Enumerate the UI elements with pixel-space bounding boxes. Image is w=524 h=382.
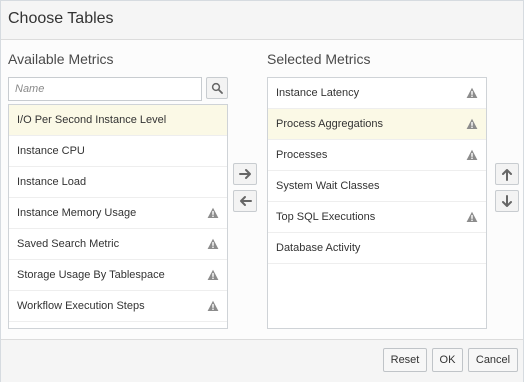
reset-button[interactable]: Reset bbox=[383, 348, 427, 372]
arrow-down-icon bbox=[502, 194, 512, 207]
warning-triangle-icon bbox=[466, 211, 478, 222]
move-left-button[interactable] bbox=[233, 190, 257, 212]
selected-metric-list-item[interactable]: System Wait Classes bbox=[268, 171, 486, 202]
move-right-button[interactable] bbox=[233, 163, 257, 185]
warning-triangle-icon bbox=[207, 238, 219, 249]
arrow-up-icon bbox=[502, 168, 512, 181]
ok-button[interactable]: OK bbox=[432, 348, 463, 372]
list-item-label: Workflow Execution Steps bbox=[17, 300, 145, 312]
available-metric-list-item[interactable]: Instance Memory Usage bbox=[9, 198, 227, 229]
warning-triangle-icon bbox=[466, 118, 478, 129]
search-input[interactable] bbox=[8, 77, 202, 101]
list-item-label: System Wait Classes bbox=[276, 180, 380, 192]
warning-triangle-icon bbox=[207, 207, 219, 218]
warning-triangle-icon bbox=[207, 300, 219, 311]
cancel-button[interactable]: Cancel bbox=[468, 348, 518, 372]
warning-triangle-icon bbox=[466, 87, 478, 98]
list-item-label: Database Activity bbox=[276, 242, 361, 254]
move-up-button[interactable] bbox=[495, 163, 519, 185]
list-item-label: Instance Latency bbox=[276, 87, 360, 99]
list-item-label: Top SQL Executions bbox=[276, 211, 376, 223]
selected-metric-list-item[interactable]: Top SQL Executions bbox=[268, 202, 486, 233]
available-metrics-label: Available Metrics bbox=[8, 51, 114, 67]
warning-triangle-icon bbox=[466, 149, 478, 160]
list-item-label: Processes bbox=[276, 149, 328, 161]
available-metric-list-item[interactable]: Instance CPU bbox=[9, 136, 227, 167]
selected-metric-list-item[interactable]: Instance Latency bbox=[268, 78, 486, 109]
selected-metric-list-item[interactable]: Process Aggregations bbox=[268, 109, 486, 140]
available-metric-list-item[interactable]: Workflow Execution Steps bbox=[9, 291, 227, 322]
available-metric-list-item[interactable]: Storage Usage By Tablespace bbox=[9, 260, 227, 291]
list-item-label: I/O Per Second Instance Level bbox=[17, 114, 167, 126]
list-item-label: Instance Load bbox=[17, 176, 87, 188]
available-metric-list-item[interactable]: Instance Load bbox=[9, 167, 227, 198]
available-metric-list-item[interactable]: I/O Per Second Instance Level bbox=[9, 105, 227, 136]
arrow-left-icon bbox=[239, 196, 252, 206]
selected-metric-list-item[interactable]: Database Activity bbox=[268, 233, 486, 264]
dialog-titlebar: Choose Tables bbox=[1, 1, 523, 40]
selected-metrics-label: Selected Metrics bbox=[267, 51, 371, 67]
available-metric-list-item[interactable]: Saved Search Metric bbox=[9, 229, 227, 260]
list-item-label: Instance Memory Usage bbox=[17, 207, 137, 219]
selected-metric-list-item[interactable]: Processes bbox=[268, 140, 486, 171]
list-item-label: Instance CPU bbox=[17, 145, 85, 157]
dialog-title: Choose Tables bbox=[8, 10, 114, 27]
available-metrics-list[interactable]: I/O Per Second Instance Level Instance CP… bbox=[8, 104, 228, 329]
arrow-right-icon bbox=[238, 169, 251, 179]
list-item-label: Saved Search Metric bbox=[17, 238, 120, 250]
list-item-label: Process Aggregations bbox=[276, 118, 384, 130]
list-item-label: Storage Usage By Tablespace bbox=[17, 269, 165, 281]
choose-tables-dialog: Choose Tables Available Metrics I/O Per … bbox=[0, 0, 524, 382]
move-down-button[interactable] bbox=[495, 190, 519, 212]
search-icon bbox=[211, 82, 223, 94]
search-button[interactable] bbox=[206, 77, 228, 99]
warning-triangle-icon bbox=[207, 269, 219, 280]
selected-metrics-list[interactable]: Instance Latency Process Aggregations Proc… bbox=[267, 77, 487, 329]
